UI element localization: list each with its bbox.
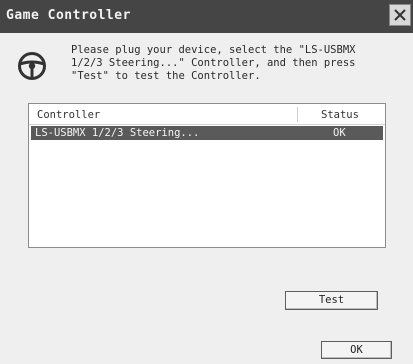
- column-divider[interactable]: [297, 107, 298, 122]
- test-button[interactable]: Test: [285, 291, 378, 310]
- close-icon: [394, 9, 406, 21]
- steering-wheel-icon: [18, 52, 46, 80]
- column-header-status[interactable]: Status: [321, 109, 359, 121]
- list-item[interactable]: LS-USBMX 1/2/3 Steering... OK: [31, 126, 383, 140]
- ok-button[interactable]: OK: [321, 341, 392, 359]
- window-title: Game Controller: [6, 8, 131, 23]
- title-bar: Game Controller: [0, 0, 413, 33]
- controller-status-cell: OK: [333, 127, 346, 139]
- close-button[interactable]: [389, 4, 411, 26]
- controller-name-cell: LS-USBMX 1/2/3 Steering...: [35, 127, 200, 139]
- column-header-controller[interactable]: Controller: [37, 109, 100, 121]
- controller-list[interactable]: Controller Status LS-USBMX 1/2/3 Steerin…: [28, 103, 386, 248]
- list-header: Controller Status: [29, 104, 385, 125]
- instruction-text: Please plug your device, select the "LS-…: [71, 44, 356, 82]
